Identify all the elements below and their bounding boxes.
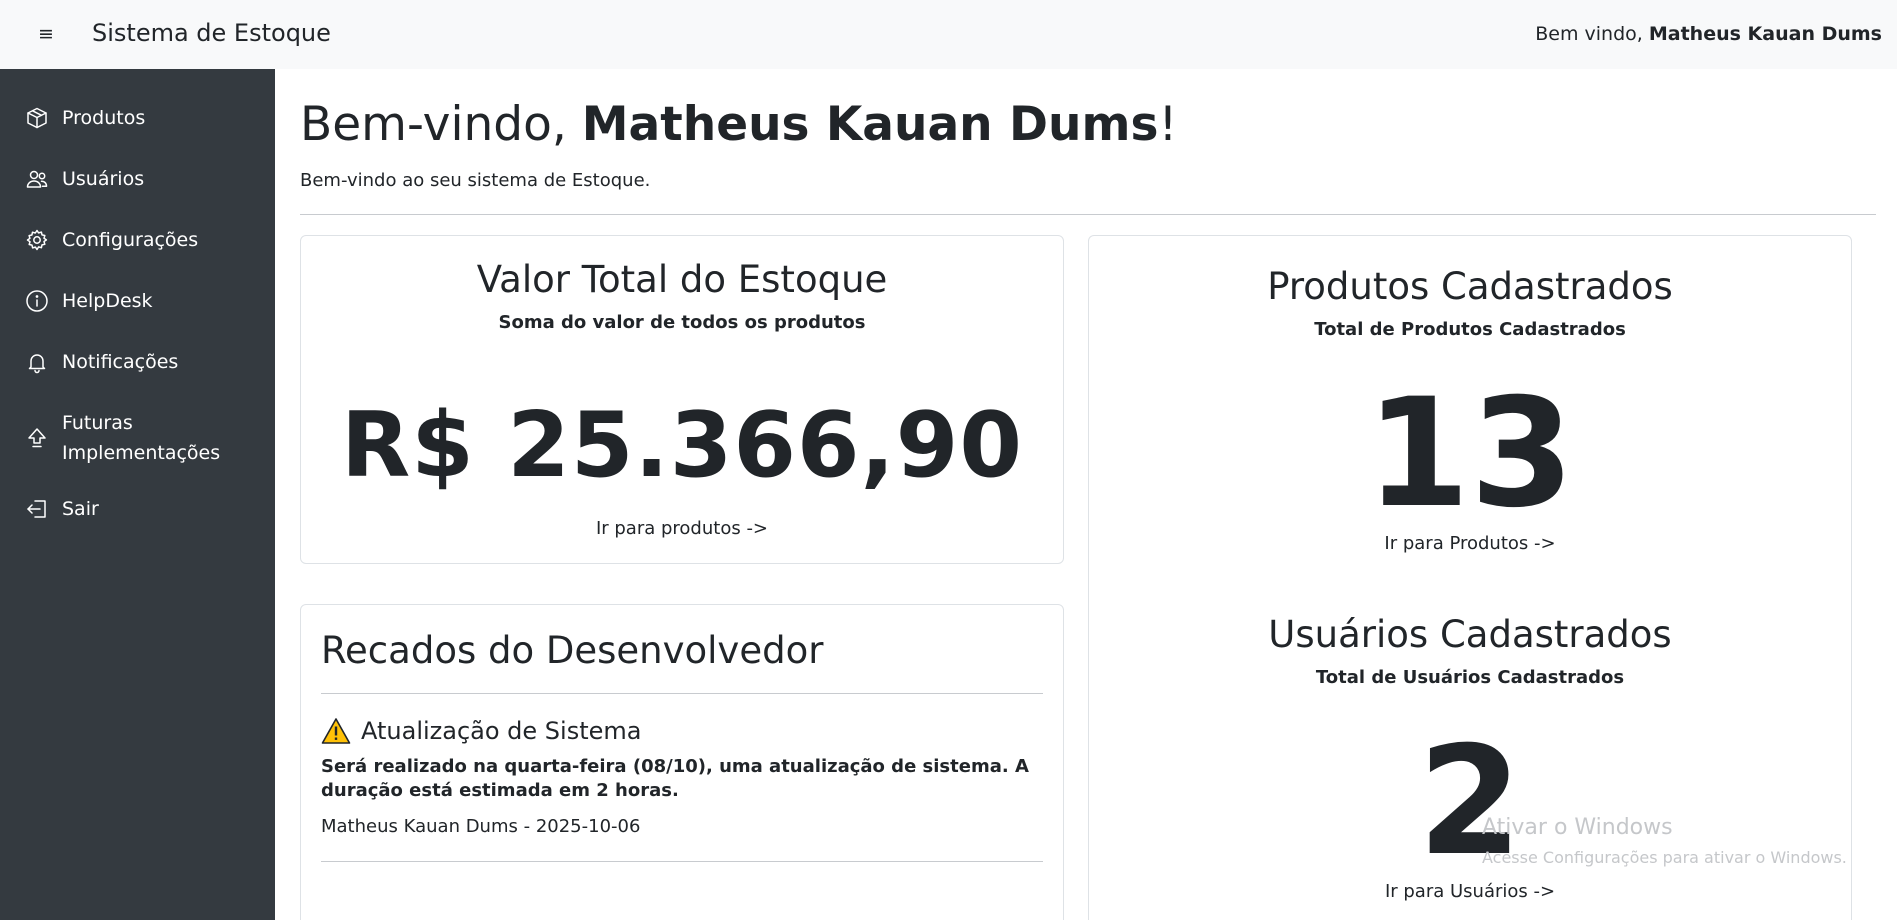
users-subtitle: Total de Usuários Cadastrados: [1315, 667, 1625, 688]
users-icon: [24, 166, 50, 192]
products-title: Produtos Cadastrados: [1267, 265, 1673, 308]
bell-icon: [24, 349, 50, 375]
users-title: Usuários Cadastrados: [1268, 613, 1672, 656]
box-icon: [24, 105, 50, 131]
divider: [300, 214, 1876, 215]
sidebar-item-configuracoes[interactable]: Configurações: [24, 227, 198, 253]
sidebar-item-produtos[interactable]: Produtos: [24, 105, 145, 131]
stock-total-value: R$ 25.366,90: [341, 393, 1023, 498]
user-name: Matheus Kauan Dums: [1648, 23, 1882, 45]
sidebar-item-label: HelpDesk: [62, 290, 153, 312]
info-icon: [24, 288, 50, 314]
products-subtitle: Total de Produtos Cadastrados: [1314, 319, 1626, 340]
sidebar-item-helpdesk[interactable]: HelpDesk: [24, 288, 153, 314]
sidebar-item-sair[interactable]: Sair: [24, 496, 99, 522]
sidebar-item-label: Configurações: [62, 229, 199, 251]
hamburger-icon[interactable]: ≡: [34, 22, 58, 46]
valor-total-card: Valor Total do Estoque Soma do valor de …: [300, 235, 1064, 564]
welcome-user: Bem vindo, Matheus Kauan Dums: [1535, 23, 1882, 45]
users-count: 2: [1417, 715, 1523, 889]
divider: [321, 693, 1043, 694]
stats-card: Produtos Cadastrados Total de Produtos C…: [1088, 235, 1852, 920]
go-to-products-link[interactable]: Ir para produtos ->: [301, 518, 1063, 539]
welcome-prefix: Bem vindo,: [1535, 23, 1649, 45]
title-suffix: !: [1158, 97, 1178, 152]
sidebar-item-futuras-implementacoes[interactable]: Futuras Implementações: [24, 408, 220, 468]
go-to-products-link[interactable]: Ir para Produtos ->: [1089, 533, 1851, 554]
sidebar-item-label-line1: Futuras: [62, 412, 133, 434]
go-to-users-link[interactable]: Ir para Usuários ->: [1089, 881, 1851, 902]
card-subtitle: Soma do valor de todos os produtos: [498, 312, 866, 333]
sidebar: Produtos Usuários Configurações HelpDesk…: [0, 69, 275, 920]
card-title: Valor Total do Estoque: [476, 258, 888, 301]
sidebar-item-label: Futuras Implementações: [62, 408, 220, 468]
main-content: Bem-vindo, Matheus Kauan Dums! Bem-vindo…: [275, 69, 1897, 920]
top-navbar: ≡ Sistema de Estoque Bem vindo, Matheus …: [0, 0, 1897, 69]
gear-icon: [24, 227, 50, 253]
products-count: 13: [1365, 367, 1575, 541]
sidebar-item-usuarios[interactable]: Usuários: [24, 166, 144, 192]
app-brand[interactable]: Sistema de Estoque: [92, 19, 331, 47]
sidebar-item-label: Produtos: [62, 107, 146, 129]
sidebar-item-label: Notificações: [62, 351, 179, 373]
warning-icon: [321, 718, 351, 744]
sidebar-item-label: Sair: [62, 498, 99, 520]
title-name: Matheus Kauan Dums: [581, 97, 1159, 152]
sidebar-item-notificacoes[interactable]: Notificações: [24, 349, 178, 375]
title-prefix: Bem-vindo,: [300, 97, 582, 152]
recados-card: Recados do Desenvolvedor Atualização de …: [300, 604, 1064, 920]
card-title: Recados do Desenvolvedor: [321, 629, 824, 672]
message-body: Será realizado na quarta-feira (08/10), …: [321, 756, 1029, 801]
page-subtitle: Bem-vindo ao seu sistema de Estoque.: [300, 170, 651, 191]
divider: [321, 861, 1043, 862]
sidebar-item-label-line2: Implementações: [62, 442, 221, 464]
message-meta: Matheus Kauan Dums - 2025-10-06: [321, 816, 641, 837]
page-title: Bem-vindo, Matheus Kauan Dums!: [300, 97, 1177, 152]
upload-icon: [24, 425, 50, 451]
message-title: Atualização de Sistema: [321, 717, 641, 745]
logout-icon: [24, 496, 50, 522]
sidebar-item-label: Usuários: [62, 168, 145, 190]
message-title-text: Atualização de Sistema: [361, 717, 642, 745]
